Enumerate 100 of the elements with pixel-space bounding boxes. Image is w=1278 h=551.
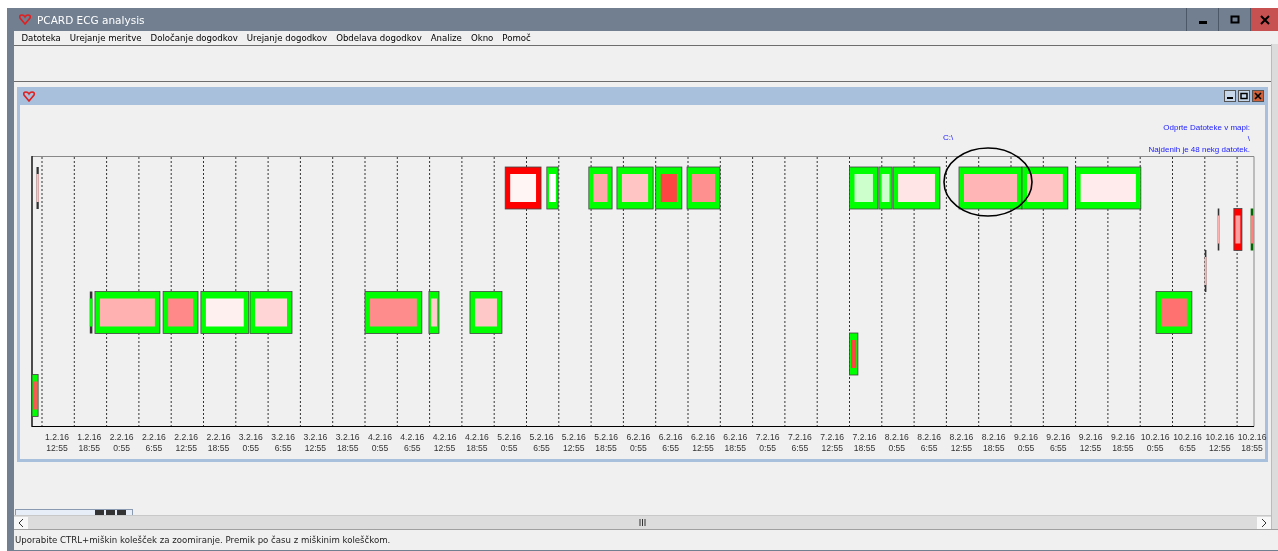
axis-time-label: 18:55: [78, 443, 101, 453]
close-button[interactable]: [1252, 90, 1264, 102]
close-icon: [1259, 14, 1270, 25]
window-title: PCARD ECG analysis: [37, 13, 145, 26]
menu-item[interactable]: Urejanje meritve: [65, 32, 147, 43]
close-button[interactable]: [1250, 8, 1278, 31]
maximize-icon: [1229, 14, 1240, 25]
axis-date-label: 5.2.16: [561, 432, 586, 442]
axis-date-label: 9.2.16: [1014, 432, 1038, 442]
axis-date-label: 6.2.16: [723, 432, 748, 442]
axis-date-label: 4.2.16: [432, 432, 457, 442]
axis-time-label: 12:55: [433, 443, 456, 453]
heart-icon: [23, 90, 35, 102]
axis-time-label: 18:55: [982, 443, 1005, 453]
axis-time-label: 6:55: [1049, 443, 1067, 453]
axis-time-label: 0:55: [500, 443, 518, 453]
vertical-scrollbar[interactable]: [1271, 44, 1278, 529]
menu-item[interactable]: Obdelava dogodkov: [331, 32, 427, 43]
axis-time-label: 12:55: [46, 443, 68, 453]
axis-date-label: 10.2.16: [1237, 432, 1267, 442]
axis-time-label: 18:55: [207, 443, 230, 453]
recording-block[interactable]: [200, 291, 250, 334]
axis-date-label: 2.2.16: [174, 432, 199, 442]
axis-time-label: 12:55: [175, 443, 197, 453]
axis-time-label: 12:55: [821, 443, 843, 453]
menu-item[interactable]: Analize: [426, 32, 467, 43]
recording-block[interactable]: [36, 167, 39, 209]
axis-time-label: 12:55: [1079, 443, 1102, 453]
menu-item[interactable]: Okno: [466, 32, 498, 43]
axis-date-label: 5.2.16: [529, 432, 554, 442]
recording-block[interactable]: [1021, 166, 1069, 210]
axis-date-label: 7.2.16: [787, 432, 812, 442]
axis-date-label: 3.2.16: [271, 432, 296, 442]
recording-block[interactable]: [849, 166, 879, 210]
axis-date-label: 8.2.16: [917, 432, 942, 442]
chevron-left-icon: [18, 518, 24, 527]
axis-date-label: 6.2.16: [658, 432, 683, 442]
minimize-button[interactable]: [1224, 90, 1236, 102]
menu-item[interactable]: Urejanje dogodkov: [242, 32, 332, 43]
axis-time-label: 12:55: [950, 443, 973, 453]
axis-time-label: 6:55: [662, 443, 680, 453]
axis-date-label: 3.2.16: [303, 432, 328, 442]
axis-time-label: 18:55: [724, 443, 747, 453]
axis-time-label: 12:55: [1209, 443, 1231, 453]
horizontal-scrollbar[interactable]: [14, 515, 1271, 529]
axis-date-label: 6.2.16: [691, 432, 715, 442]
recording-block[interactable]: [89, 291, 93, 334]
recording-block[interactable]: [1204, 250, 1207, 292]
recording-block[interactable]: [546, 166, 559, 210]
axis-time-label: 0:55: [1146, 443, 1164, 453]
chevron-right-icon: [1261, 518, 1267, 527]
axis-date-label: 4.2.16: [464, 432, 489, 442]
menu-item[interactable]: Datoteka: [17, 32, 66, 43]
scroll-right-button[interactable]: [1257, 516, 1271, 529]
axis-date-label: 8.2.16: [884, 432, 909, 442]
axis-date-label: 3.2.16: [238, 432, 263, 442]
minimize-icon: [1227, 97, 1233, 99]
axis-time-label: 0:55: [1017, 443, 1035, 453]
axis-date-label: 7.2.16: [820, 432, 845, 442]
recording-block[interactable]: [849, 332, 859, 376]
axis-date-label: 1.2.16: [77, 432, 102, 442]
axis-time-label: 18:55: [853, 443, 876, 453]
recording-block[interactable]: [1217, 208, 1220, 251]
axis-date-label: 2.2.16: [141, 432, 166, 442]
axis-date-label: 2.2.16: [109, 432, 134, 442]
axis-time-label: 18:55: [466, 443, 488, 453]
axis-date-label: 6.2.16: [626, 432, 651, 442]
axis-date-label: 10.2.16: [1140, 432, 1170, 442]
axis-date-label: 4.2.16: [400, 432, 425, 442]
axis-time-label: 6:55: [403, 443, 421, 453]
axis-time-label: 0:55: [630, 443, 647, 453]
menu-item[interactable]: Določanje dogodkov: [146, 32, 243, 43]
status-text: Uporabite CTRL+miškin kolešček za zoomiranje. Premik po času z miškinim koleščkom.: [15, 535, 391, 545]
axis-time-label: 0:55: [371, 443, 389, 453]
axis-time-label: 12:55: [563, 443, 585, 453]
axis-time-label: 0:55: [113, 443, 130, 453]
scroll-left-button[interactable]: [14, 516, 28, 529]
axis-time-label: 18:55: [1241, 443, 1263, 453]
axis-date-label: 9.2.16: [1110, 432, 1135, 442]
grip-icon: [639, 519, 646, 526]
axis-time-label: 12:55: [692, 443, 714, 453]
recording-block[interactable]: [31, 374, 39, 417]
info-text: \: [1247, 134, 1250, 143]
axis-time-label: 6:55: [145, 443, 163, 453]
axis-time-label: 0:55: [242, 443, 260, 453]
folder-path: C:\: [942, 133, 954, 142]
axis-time-label: 6:55: [791, 443, 809, 453]
axis-time-label: 0:55: [888, 443, 906, 453]
axis-time-label: 6:55: [920, 443, 938, 453]
maximize-button[interactable]: [1238, 90, 1250, 102]
axis-time-label: 6:55: [533, 443, 550, 453]
axis-date-label: 10.2.16: [1205, 432, 1235, 442]
axis-date-label: 7.2.16: [755, 432, 780, 442]
axis-date-label: 5.2.16: [497, 432, 522, 442]
axis-time-label: 6:55: [274, 443, 292, 453]
recording-block[interactable]: [504, 166, 542, 210]
maximize-icon: [1240, 92, 1248, 100]
info-text: Najdenih je 48 nekg datotek.: [1148, 145, 1250, 154]
axis-date-label: 8.2.16: [981, 432, 1006, 442]
menu-item[interactable]: Pomoč: [497, 32, 536, 43]
